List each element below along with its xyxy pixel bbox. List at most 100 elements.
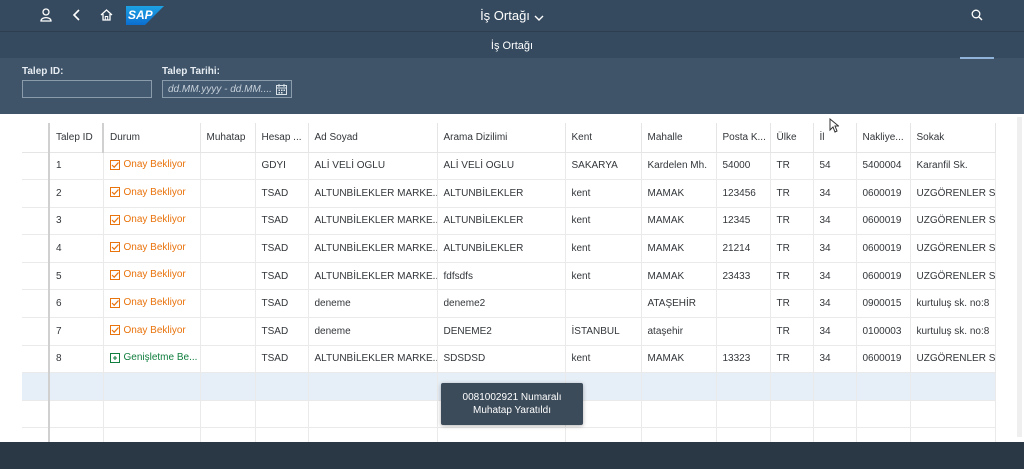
cell-ulke: TR: [770, 207, 814, 236]
table-row[interactable]: 4 Onay Bekliyor TSAD ALTUNBİLEKLER MARKE...…: [22, 234, 996, 263]
empty-cell: [255, 372, 309, 401]
table-row[interactable]: 5 Onay Bekliyor TSAD ALTUNBİLEKLER MARKE...…: [22, 262, 996, 291]
cell-kent: kent: [565, 345, 642, 374]
status-badge: Onay Bekliyor: [109, 214, 186, 225]
cell-ad: ALTUNBİLEKLER MARKE...: [308, 262, 438, 291]
column-header[interactable]: Sokak: [910, 123, 996, 153]
select-all-cell[interactable]: [22, 123, 50, 153]
empty-cell: [856, 400, 911, 429]
table-row[interactable]: 3 Onay Bekliyor TSAD ALTUNBİLEKLER MARKE...…: [22, 207, 996, 236]
cell-mahalle: MAMAK: [641, 207, 717, 236]
cell-muhatap: [200, 289, 256, 319]
request-date-input[interactable]: dd.MM.yyyy - dd.MM....: [162, 80, 292, 98]
status-cell: Onay Bekliyor: [103, 152, 201, 181]
cell-kent: kent: [565, 234, 642, 263]
column-header[interactable]: Nakliye...: [856, 123, 911, 153]
back-icon[interactable]: [69, 7, 85, 23]
request-id-input[interactable]: [22, 80, 152, 98]
cell-ulke: TR: [770, 262, 814, 291]
check-status-icon: [109, 269, 120, 280]
cell-il: 34: [813, 262, 857, 291]
cell-nakliye: 0900015: [856, 289, 911, 319]
table-row[interactable]: 7 Onay Bekliyor TSAD deneme DENEME2 İSTANBUL a…: [22, 317, 996, 346]
cell-posta: [716, 317, 771, 346]
row-selector[interactable]: [22, 179, 50, 208]
home-icon[interactable]: [98, 7, 114, 23]
cell-hesap: TSAD: [255, 317, 309, 346]
column-header[interactable]: Muhatap: [200, 123, 256, 153]
shell-title-menu[interactable]: İş Ortağı: [480, 8, 544, 23]
calendar-icon[interactable]: [276, 84, 287, 95]
cell-muhatap: [200, 234, 256, 263]
table-row[interactable]: 6 Onay Bekliyor TSAD deneme deneme2 ATAŞEHİR T…: [22, 289, 996, 319]
column-header[interactable]: Posta K...: [716, 123, 771, 153]
status-badge: Onay Bekliyor: [109, 159, 186, 170]
vertical-scrollbar[interactable]: [1017, 117, 1022, 437]
user-icon[interactable]: [38, 7, 54, 23]
request-id-label: Talep ID:: [22, 66, 64, 77]
cell-posta: 13323: [716, 345, 771, 374]
table-row[interactable]: 8 Genişletme Be... TSAD ALTUNBİLEKLER MARKE…: [22, 345, 996, 374]
cell-posta: 54000: [716, 152, 771, 181]
row-selector[interactable]: [22, 152, 50, 181]
column-header[interactable]: Durum: [102, 123, 201, 153]
empty-cell: [255, 400, 309, 429]
check-status-icon: [109, 325, 120, 336]
cell-posta: 21214: [716, 234, 771, 263]
cell-mahalle: MAMAK: [641, 262, 717, 291]
row-selector[interactable]: [22, 345, 50, 374]
shell-bar: SAP İş Ortağı: [0, 0, 1024, 31]
check-status-icon: [109, 297, 120, 308]
row-selector: [22, 400, 50, 429]
cell-ad: ALTUNBİLEKLER MARKE...: [308, 207, 438, 236]
empty-cell: [103, 400, 201, 429]
column-header[interactable]: Mahalle: [641, 123, 717, 153]
check-status-icon: [109, 214, 120, 225]
sap-logo[interactable]: SAP: [126, 6, 164, 25]
row-selector[interactable]: [22, 317, 50, 346]
cell-posta: 23433: [716, 262, 771, 291]
cell-sokak: UZGÖRENLER SOK: [910, 207, 996, 236]
row-selector[interactable]: [22, 207, 50, 236]
cell-ulke: TR: [770, 152, 814, 181]
cell-mahalle: MAMAK: [641, 345, 717, 374]
row-selector[interactable]: [22, 262, 50, 291]
cell-mahalle: ATAŞEHİR: [641, 289, 717, 319]
table-row[interactable]: 1 Onay Bekliyor GDYI ALİ VELİ OGLU ALİ VELİ …: [22, 152, 996, 181]
cell-hesap: TSAD: [255, 234, 309, 263]
cell-il: 54: [813, 152, 857, 181]
status-text: Onay Bekliyor: [123, 241, 186, 253]
column-header[interactable]: Ad Soyad: [308, 123, 438, 153]
table-row[interactable]: 2 Onay Bekliyor TSAD ALTUNBİLEKLER MARKE...…: [22, 179, 996, 208]
cell-ad: ALTUNBİLEKLER MARKE...: [308, 234, 438, 263]
table-header-row: Talep ID Durum Muhatap Hesap ... Ad Soyad Ara…: [22, 123, 996, 153]
empty-cell: [910, 372, 996, 401]
footer-bar: [0, 442, 1024, 469]
cell-arama: ALTUNBİLEKLER: [437, 207, 566, 236]
empty-cell: [716, 400, 771, 429]
cell-sokak: UZGÖRENLER SOK: [910, 262, 996, 291]
empty-cell: [49, 400, 104, 429]
status-text: Onay Bekliyor: [123, 186, 186, 198]
row-selector[interactable]: [22, 234, 50, 263]
column-header[interactable]: Hesap ...: [255, 123, 309, 153]
cell-hesap: TSAD: [255, 345, 309, 374]
column-header[interactable]: Ülke: [770, 123, 814, 153]
row-selector[interactable]: [22, 289, 50, 319]
empty-cell: [103, 372, 201, 401]
column-header[interactable]: Talep ID: [49, 123, 104, 153]
cell-ad: ALTUNBİLEKLER MARKE...: [308, 345, 438, 374]
status-text: Onay Bekliyor: [123, 297, 186, 309]
status-badge: Onay Bekliyor: [109, 325, 186, 336]
cell-ad: ALİ VELİ OGLU: [308, 152, 438, 181]
search-icon[interactable]: [969, 7, 985, 23]
empty-cell: [308, 400, 438, 429]
empty-cell: [813, 372, 857, 401]
empty-cell: [716, 372, 771, 401]
cell-mahalle: MAMAK: [641, 179, 717, 208]
request-date-placeholder: dd.MM.yyyy - dd.MM....: [168, 84, 272, 95]
row-selector: [22, 372, 50, 401]
column-header[interactable]: Arama Dizilimi: [437, 123, 566, 153]
cell-nakliye: 0600019: [856, 262, 911, 291]
column-header[interactable]: Kent: [565, 123, 642, 153]
